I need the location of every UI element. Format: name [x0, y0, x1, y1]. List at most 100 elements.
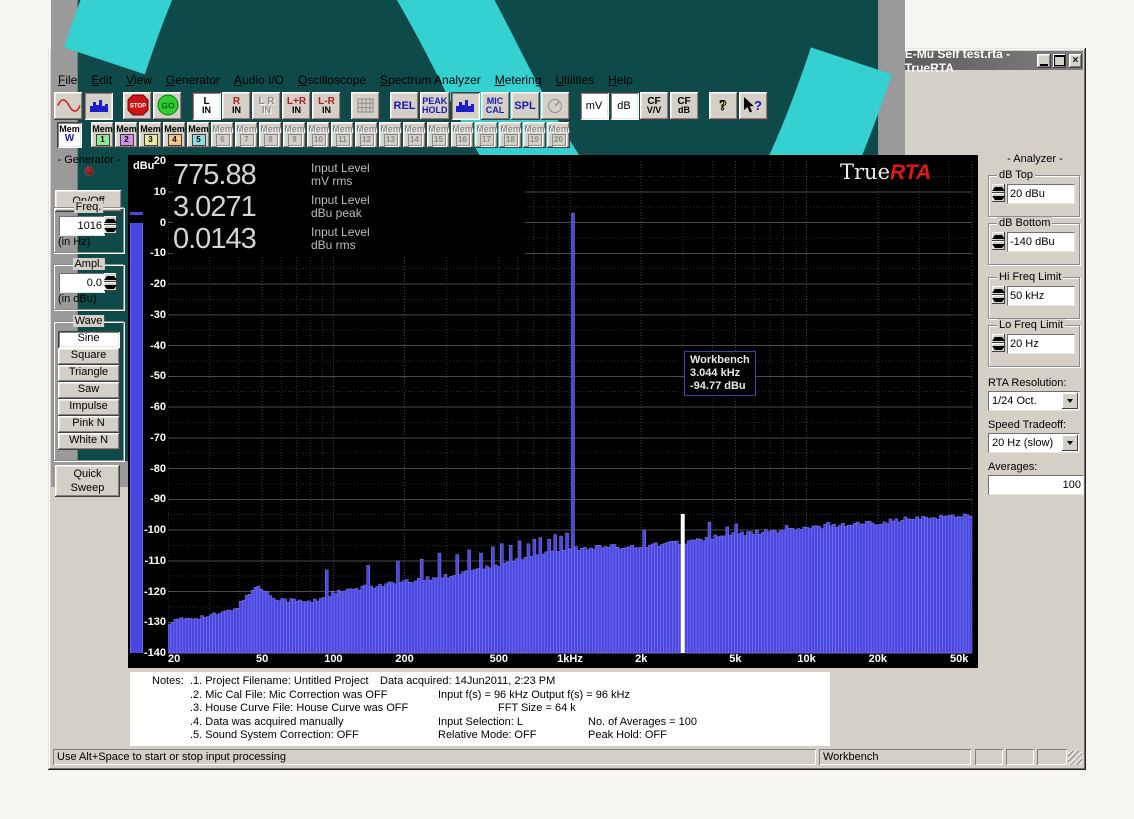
toolbar-rel-button[interactable]: REL [390, 92, 419, 120]
mem-4-button[interactable]: Mem4 [163, 122, 186, 148]
wave-triangle-button[interactable]: Triangle [58, 365, 120, 382]
mem-19-button[interactable]: Mem19 [523, 122, 546, 148]
toolbar-input-left-button[interactable]: LIN [192, 92, 221, 120]
mem-20-button[interactable]: Mem20 [547, 122, 570, 148]
spectrum-chart: dBu 775.88 Input LevelmV rms 3.0271 Inpu… [128, 155, 978, 668]
averages-input[interactable] [988, 475, 1084, 495]
mem-5-button[interactable]: Mem5 [187, 122, 210, 148]
toolbar-cf-db-button[interactable]: CFdB [670, 92, 699, 120]
mem-10-button[interactable]: Mem10 [307, 122, 330, 148]
resize-grip[interactable] [1068, 751, 1082, 765]
mem-16-button[interactable]: Mem16 [451, 122, 474, 148]
menu-item-edit[interactable]: Edit [84, 71, 119, 90]
wave-saw-button[interactable]: Saw [58, 382, 120, 399]
hi-freq-spinner[interactable] [992, 286, 1005, 304]
ampl-spin-up[interactable] [104, 273, 117, 282]
menu-item-metering[interactable]: Metering [488, 71, 549, 90]
db-bottom-up[interactable] [992, 232, 1005, 241]
hi-freq-input[interactable] [1007, 286, 1075, 306]
wave-sine-button[interactable]: Sine [58, 331, 120, 348]
mem-8-button[interactable]: Mem8 [259, 122, 282, 148]
db-top-spinner[interactable] [992, 184, 1005, 202]
toolbar-generator-view-button[interactable] [54, 92, 83, 120]
toolbar-input-right-button[interactable]: RIN [222, 92, 251, 120]
menu-item-help[interactable]: Help [601, 71, 640, 90]
toolbar-units-db-button[interactable]: dB [610, 92, 639, 120]
ampl-spin-down[interactable] [104, 282, 117, 291]
toolbar-spectrum-view-button[interactable] [84, 92, 113, 120]
cursor-line[interactable] [681, 514, 685, 653]
lo-freq-up[interactable] [992, 334, 1005, 343]
minimize-button[interactable] [1037, 54, 1050, 68]
lo-freq-input[interactable] [1007, 334, 1075, 354]
toolbar-mic-cal-button[interactable]: MICCAL [481, 92, 510, 120]
db-bottom-input[interactable] [1007, 232, 1075, 252]
toolbar-context-help-button[interactable]: ? [739, 92, 768, 120]
mem-1-button[interactable]: Mem1 [91, 122, 114, 148]
maximize-button[interactable] [1053, 54, 1066, 68]
mem-17-button[interactable]: Mem17 [475, 122, 498, 148]
toolbar-units-mv-button[interactable]: mV [580, 92, 609, 120]
toolbar-grid-toggle-button[interactable] [351, 92, 380, 120]
toolbar-spl-label: SPL [514, 102, 535, 111]
title-bar[interactable]: E-Mu Self test.rta - TrueRTA × [51, 51, 1083, 70]
mem-2-button[interactable]: Mem2 [115, 122, 138, 148]
freq-input[interactable] [59, 216, 105, 236]
ampl-spinner[interactable] [104, 273, 117, 291]
db-top-input[interactable] [1007, 184, 1075, 204]
toolbar-help-button[interactable]: ? [709, 92, 738, 120]
menu-item-generator[interactable]: Generator [159, 71, 227, 90]
wave-impulse-button[interactable]: Impulse [58, 399, 120, 416]
speed-tradeoff-select[interactable]: 20 Hz (slow) [988, 433, 1080, 453]
hi-freq-down[interactable] [992, 295, 1005, 304]
freq-spinner[interactable] [104, 216, 117, 234]
lo-freq-spinner[interactable] [992, 334, 1005, 352]
lo-freq-down[interactable] [992, 343, 1005, 352]
toolbar-input-l-plus-r-button[interactable]: L+RIN [282, 92, 311, 120]
menu-item-utilities[interactable]: Utilities [548, 71, 601, 90]
db-bottom-spinner[interactable] [992, 232, 1005, 250]
toolbar-spl-button[interactable]: SPL [511, 92, 540, 120]
mem-3-button[interactable]: Mem3 [139, 122, 162, 148]
wave-white-n-button[interactable]: White N [58, 433, 120, 450]
menu-item-oscilloscope[interactable]: Oscilloscope [291, 71, 373, 90]
toolbar-meter-view-button[interactable] [541, 92, 570, 120]
toolbar-input-l-r-button[interactable]: L RIN [252, 92, 281, 120]
ampl-input[interactable] [59, 273, 105, 293]
mem-6-button[interactable]: Mem6 [211, 122, 234, 148]
mem-12-button[interactable]: Mem12 [355, 122, 378, 148]
db-top-up[interactable] [992, 184, 1005, 193]
toolbar-input-l-minus-r-button[interactable]: L-RIN [312, 92, 341, 120]
toolbar-stop-button[interactable]: STOP [123, 92, 152, 120]
mem-14-button[interactable]: Mem14 [403, 122, 426, 148]
toolbar-peak-hold-button[interactable]: PEAKHOLD [420, 92, 450, 120]
toolbar-rta-bars-button[interactable] [451, 92, 480, 120]
menu-item-file[interactable]: File [51, 71, 84, 90]
rta-resolution-select[interactable]: 1/24 Oct. [988, 391, 1080, 411]
mem-15-button[interactable]: Mem15 [427, 122, 450, 148]
freq-spin-down[interactable] [104, 225, 117, 234]
speed-tradeoff-dropdown-arrow[interactable] [1062, 435, 1078, 451]
quick-sweep-button[interactable]: Quick Sweep [55, 465, 120, 497]
wave-pink-n-button[interactable]: Pink N [58, 416, 120, 433]
mem-w-button[interactable]: MemW [57, 122, 82, 148]
wave-square-button[interactable]: Square [58, 348, 120, 365]
db-bottom-down[interactable] [992, 241, 1005, 250]
mem-7-button[interactable]: Mem7 [235, 122, 258, 148]
mem-13-button[interactable]: Mem13 [379, 122, 402, 148]
freq-spin-up[interactable] [104, 216, 117, 225]
menu-item-view[interactable]: View [119, 71, 159, 90]
mem-11-button[interactable]: Mem11 [331, 122, 354, 148]
toolbar-go-button[interactable]: GO [153, 92, 182, 120]
db-top-down[interactable] [992, 193, 1005, 202]
toolbar-cf-vv-button[interactable]: CFV/V [640, 92, 669, 120]
freq-label: Freq. [74, 201, 104, 213]
menu-item-audio-i-o[interactable]: Audio I/O [227, 71, 291, 90]
hi-freq-up[interactable] [992, 286, 1005, 295]
mem-9-button[interactable]: Mem9 [283, 122, 306, 148]
rta-resolution-dropdown-arrow[interactable] [1062, 393, 1078, 409]
menu-item-spectrum-analyzer[interactable]: Spectrum Analyzer [373, 71, 488, 90]
mem-16-top: Mem [451, 124, 474, 134]
mem-18-button[interactable]: Mem18 [499, 122, 522, 148]
close-button[interactable]: × [1069, 54, 1082, 68]
